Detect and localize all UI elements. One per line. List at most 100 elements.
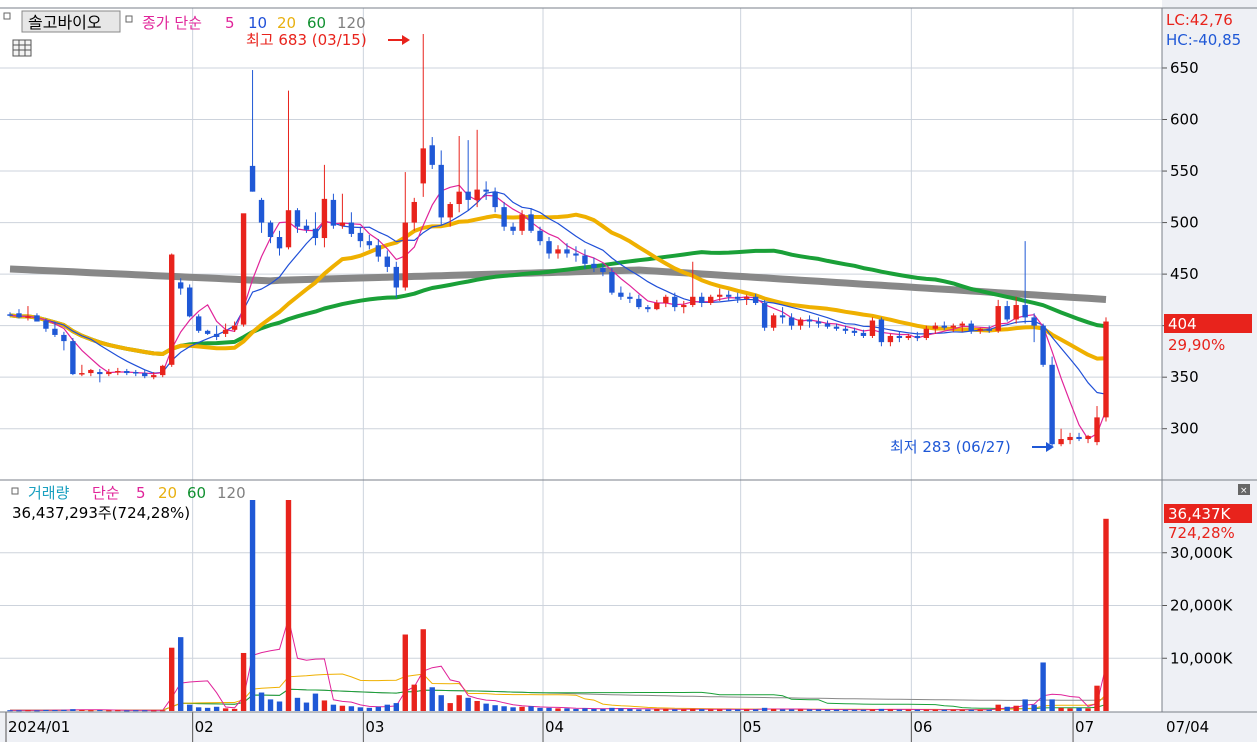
volume-bar	[1076, 707, 1082, 711]
date-axis-end-label: 07/04	[1166, 718, 1209, 736]
candle-body	[330, 199, 337, 226]
volume-bar	[357, 707, 364, 711]
candle-body	[142, 373, 148, 377]
candle-body	[860, 332, 867, 336]
volume-bar	[79, 709, 85, 711]
volume-bar	[546, 707, 552, 711]
volume-bar	[995, 704, 1001, 711]
candle-body	[663, 296, 669, 303]
volume-bar	[465, 697, 471, 711]
candle-body	[528, 214, 534, 231]
candle-body	[1031, 317, 1037, 326]
candle-body	[1049, 364, 1055, 445]
volume-bar	[734, 709, 741, 711]
volume-bar	[717, 709, 723, 711]
candle-body	[815, 321, 822, 324]
volume-bar	[456, 695, 462, 711]
volume-bar	[267, 699, 274, 711]
volume-bar	[690, 708, 696, 711]
price-tick-label: 600	[1170, 111, 1199, 129]
volume-tick-label: 10,000K	[1170, 649, 1233, 667]
volume-bar	[258, 692, 265, 711]
candle-body	[995, 306, 1001, 331]
candle-body	[923, 328, 930, 339]
volume-bar	[1004, 706, 1010, 711]
volume-bar	[914, 709, 921, 711]
volume-bar	[761, 707, 768, 711]
candle-body	[447, 204, 453, 218]
volume-bar	[833, 709, 840, 711]
close-panel-icon[interactable]: ×	[1238, 484, 1250, 496]
candle-body	[70, 341, 76, 375]
volume-bar	[510, 707, 516, 711]
volume-tick-label: 20,000K	[1170, 597, 1233, 615]
candle-body	[177, 282, 184, 289]
candle-body	[276, 237, 283, 249]
stock-name: 솔고바이오	[28, 13, 102, 32]
volume-bar	[896, 709, 903, 711]
volume-bar	[959, 709, 965, 711]
volume-legend-period-120: 120	[217, 484, 246, 502]
candle-body	[43, 320, 49, 329]
candle-body	[501, 207, 507, 227]
hc-label: HC:-40,85	[1166, 31, 1241, 49]
candle-body	[133, 372, 139, 374]
candle-body	[115, 370, 121, 373]
candle-body	[312, 228, 319, 239]
volume-bar	[52, 710, 58, 712]
volume-bar	[878, 708, 885, 711]
candle-body	[896, 335, 903, 339]
volume-bar	[654, 708, 660, 711]
volume-bar	[627, 708, 633, 711]
candle-body	[1040, 325, 1046, 365]
volume-bar	[815, 709, 822, 711]
candle-body	[420, 148, 426, 184]
volume-bar	[968, 709, 974, 711]
candle-body	[761, 302, 768, 328]
candle-body	[609, 272, 615, 293]
candle-body	[465, 191, 471, 200]
candle-body	[690, 296, 696, 306]
candle-body	[878, 319, 885, 343]
volume-bar	[447, 703, 453, 711]
candle-body	[106, 372, 112, 375]
candle-body	[743, 296, 750, 299]
volume-bar	[1031, 704, 1037, 711]
candle-body	[348, 222, 355, 234]
volume-bar	[393, 703, 399, 711]
candle-body	[627, 296, 633, 299]
table-icon[interactable]	[12, 39, 32, 57]
candle-body	[492, 191, 498, 208]
legend-box-icon	[125, 15, 133, 23]
candle-body	[411, 201, 417, 223]
candle-body	[124, 370, 130, 374]
candle-body	[61, 334, 67, 342]
candle-body	[357, 232, 364, 242]
candle-body	[294, 210, 301, 227]
candle-body	[573, 253, 579, 256]
candle-body	[303, 225, 310, 230]
candle-body	[779, 315, 786, 318]
candle-body	[824, 323, 831, 327]
candle-body	[1094, 417, 1100, 443]
candle-body	[474, 189, 480, 200]
candle-body	[770, 315, 777, 328]
volume-bar	[1049, 699, 1055, 711]
candle-body	[555, 249, 561, 254]
volume-bar	[151, 710, 157, 712]
month-label: 2024/01	[8, 718, 70, 736]
volume-bar	[905, 709, 912, 711]
volume-bar	[860, 709, 867, 711]
volume-bar	[797, 709, 804, 711]
volume-bar	[115, 710, 121, 712]
volume-bar	[519, 706, 525, 711]
volume-bar	[321, 700, 328, 711]
candle-body	[959, 323, 965, 326]
candle-body	[366, 241, 373, 246]
candle-body	[16, 313, 22, 318]
volume-bar	[43, 709, 49, 711]
month-label: 06	[913, 718, 932, 736]
volume-bar	[1040, 662, 1046, 711]
volume-bar	[124, 710, 130, 712]
candle-body	[231, 325, 238, 330]
